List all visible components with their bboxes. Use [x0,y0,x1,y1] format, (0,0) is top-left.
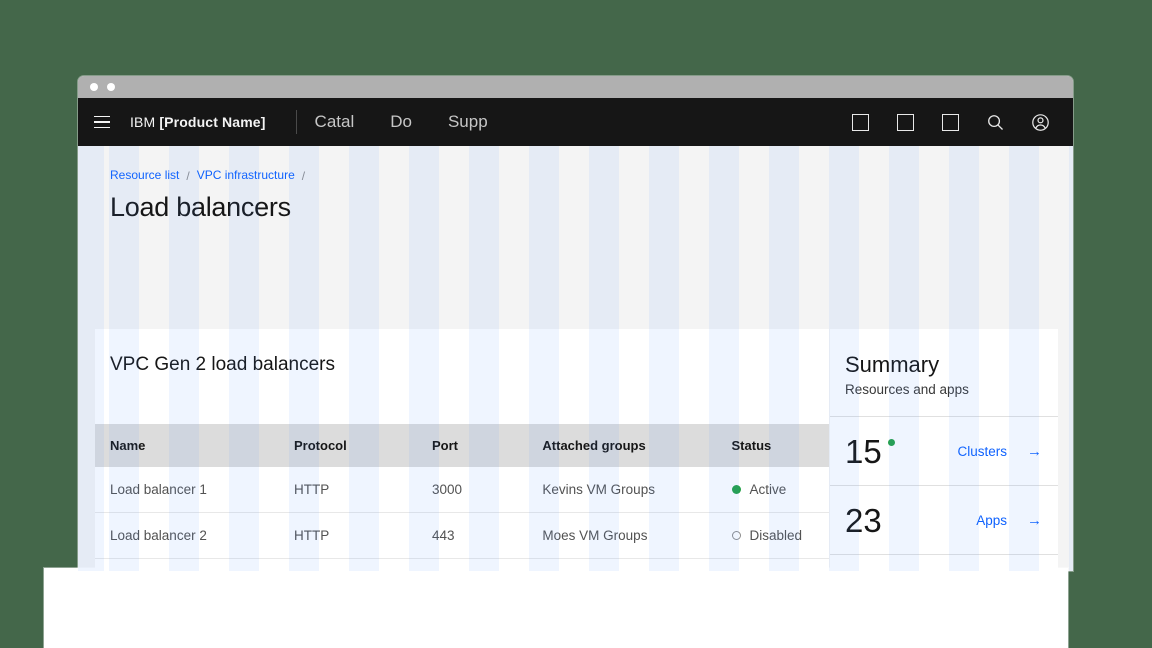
summary-status-dot-icon [888,439,895,446]
breadcrumb: Resource list / VPC infrastructure / [110,168,1073,183]
cell-name: Load balancer 1 [95,467,279,513]
cell-status: Disabled [717,513,829,559]
cell-protocol: HTTP [279,513,417,559]
summary-title: Summary [830,329,1058,378]
breadcrumb-container: Resource list / VPC infrastructure / [78,146,1073,183]
page-body: Resource list / VPC infrastructure / Loa… [78,146,1073,571]
cell-status: Active [717,467,829,513]
load-balancers-table: Name Protocol Port Attached groups Statu… [95,424,829,571]
square-placeholder-icon-2[interactable] [883,98,928,146]
nav-item-docs[interactable]: Do [372,98,430,146]
table-row[interactable]: Load balancer 1 HTTP 3000 Kevins VM Grou… [95,467,829,513]
status-label: Active [750,482,787,497]
arrow-right-icon[interactable]: → [1027,513,1042,528]
hamburger-menu-icon[interactable] [78,98,126,146]
table-header-row: Name Protocol Port Attached groups Statu… [95,424,829,467]
cell-port: 3000 [417,467,527,513]
summary-row-clusters[interactable]: 15 Clusters → [830,416,1058,485]
summary-link-label[interactable]: Apps [976,513,1007,528]
nav-item-catalog[interactable]: Catal [297,98,373,146]
load-balancers-table-card: VPC Gen 2 load balancers Name Protocol P… [95,329,829,571]
summary-link-label[interactable]: Clusters [957,444,1007,459]
nav-item-support[interactable]: Supp [430,98,506,146]
arrow-right-icon[interactable]: → [1027,444,1042,459]
app-header: IBM [Product Name] Catal Do Supp [78,98,1073,146]
summary-subtitle: Resources and apps [830,378,1058,397]
column-header-name[interactable]: Name [95,424,279,467]
table-title: VPC Gen 2 load balancers [95,329,829,376]
bottom-overlay-panel [44,568,1068,648]
summary-card: Summary Resources and apps 15 Clusters →… [830,329,1058,571]
status-disabled-icon [732,531,741,540]
brand-product-name: [Product Name] [159,114,265,130]
breadcrumb-item-resource-list[interactable]: Resource list [110,168,179,183]
browser-window: IBM [Product Name] Catal Do Supp [78,76,1073,571]
user-avatar-icon[interactable] [1018,98,1063,146]
square-placeholder-icon-3[interactable] [928,98,973,146]
cell-protocol: HTTP [279,467,417,513]
table-title-spacer [95,376,829,424]
column-header-status[interactable]: Status [717,424,829,467]
breadcrumb-separator-2: / [302,169,305,183]
table-row[interactable]: Load balancer 2 HTTP 443 Moes VM Groups … [95,513,829,559]
search-icon[interactable] [973,98,1018,146]
page-title: Load balancers [110,192,1073,223]
cell-port: 443 [417,513,527,559]
cell-attached-groups: Moes VM Groups [527,513,716,559]
desktop-background: IBM [Product Name] Catal Do Supp [0,0,1152,648]
window-control-dot-1[interactable] [90,83,98,91]
summary-count: 15 [845,435,882,468]
content-area: VPC Gen 2 load balancers Name Protocol P… [95,329,1058,571]
window-control-dot-2[interactable] [107,83,115,91]
nav-right-icons [838,98,1073,146]
cell-attached-groups: Kevins VM Groups [527,467,716,513]
breadcrumb-separator-1: / [186,169,189,183]
square-placeholder-icon-1[interactable] [838,98,883,146]
cell-name: Load balancer 2 [95,513,279,559]
summary-count: 23 [845,504,882,537]
summary-list: 15 Clusters → 23 Apps → 14 [830,416,1058,571]
summary-row-apps[interactable]: 23 Apps → [830,485,1058,554]
brand-title[interactable]: IBM [Product Name] [126,114,266,130]
breadcrumb-item-vpc-infrastructure[interactable]: VPC infrastructure [197,168,295,183]
column-header-port[interactable]: Port [417,424,527,467]
brand-prefix: IBM [130,114,159,130]
window-titlebar [78,76,1073,98]
column-header-attached-groups[interactable]: Attached groups [527,424,716,467]
status-label: Disabled [750,528,803,543]
column-header-protocol[interactable]: Protocol [279,424,417,467]
nav-items: Catal Do Supp [297,98,506,146]
status-active-icon [732,485,741,494]
